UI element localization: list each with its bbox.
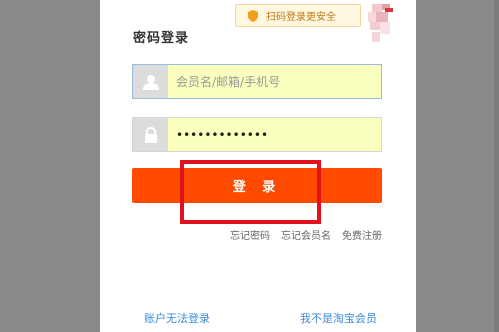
login-dialog: 扫码登录更安全 密码登录 登 录 忘记	[100, 0, 416, 332]
username-field[interactable]	[132, 64, 382, 99]
highlight-annotation-box	[180, 160, 321, 224]
password-input[interactable]	[168, 118, 381, 151]
scrollbar-edge	[494, 0, 499, 332]
not-member-link[interactable]: 我不是淘宝会员	[300, 310, 377, 326]
help-links: 忘记密码 忘记会员名 免费注册	[230, 227, 382, 242]
qr-tip-label: 扫码登录更安全	[266, 12, 336, 23]
shield-icon	[248, 9, 258, 22]
user-icon	[133, 65, 168, 98]
password-field[interactable]	[132, 117, 382, 152]
forgot-password-link[interactable]: 忘记密码	[230, 227, 270, 242]
qr-corner-icon[interactable]	[366, 2, 394, 46]
forgot-username-link[interactable]: 忘记会员名	[281, 227, 331, 242]
qr-login-tip[interactable]: 扫码登录更安全	[235, 4, 361, 27]
register-link[interactable]: 免费注册	[342, 227, 382, 242]
username-input[interactable]	[168, 65, 381, 98]
lock-icon	[133, 118, 168, 151]
cannot-login-link[interactable]: 账户无法登录	[144, 310, 210, 326]
page-title: 密码登录	[133, 31, 190, 46]
